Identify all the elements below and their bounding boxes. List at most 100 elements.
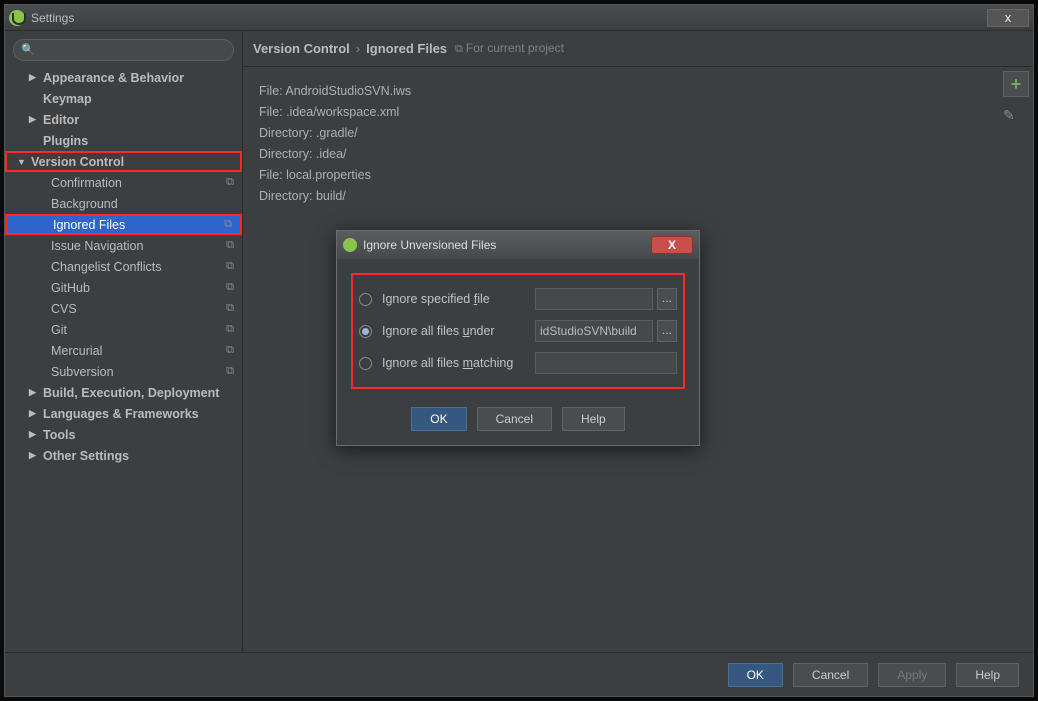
label: Keymap: [43, 92, 92, 106]
chevron-right-icon: ▶: [29, 429, 43, 440]
window-title: Settings: [31, 11, 987, 25]
tree-appearance[interactable]: ▶Appearance & Behavior: [5, 67, 242, 88]
tree-build[interactable]: ▶Build, Execution, Deployment: [5, 382, 242, 403]
label: Ignore all files under: [382, 324, 535, 338]
tree-vc-cvs[interactable]: CVS ⧉: [5, 298, 242, 319]
list-item[interactable]: Directory: .gradle/: [259, 123, 1017, 144]
breadcrumb: Version Control › Ignored Files ⧉For cur…: [243, 31, 1033, 67]
label: For current project: [466, 41, 564, 55]
list-item[interactable]: Directory: build/: [259, 186, 1017, 207]
radio-icon[interactable]: [359, 357, 372, 370]
label: Subversion: [51, 365, 114, 379]
window-close-button[interactable]: x: [987, 9, 1029, 27]
tree-tools[interactable]: ▶Tools: [5, 424, 242, 445]
browse-button[interactable]: ...: [657, 288, 677, 310]
plus-icon: +: [1011, 75, 1022, 93]
chevron-right-icon: ▶: [29, 408, 43, 419]
app-icon: [343, 238, 357, 252]
search-wrap: 🔍: [5, 31, 242, 67]
list-item[interactable]: File: local.properties: [259, 165, 1017, 186]
apply-button[interactable]: Apply: [878, 663, 946, 687]
chevron-right-icon: ▶: [29, 114, 43, 125]
help-button[interactable]: Help: [956, 663, 1019, 687]
list-item[interactable]: Directory: .idea/: [259, 144, 1017, 165]
add-button[interactable]: +: [1003, 71, 1029, 97]
tree-vc-ignored-files[interactable]: Ignored Files⧉: [5, 214, 242, 235]
tree-vc-mercurial[interactable]: Mercurial⧉: [5, 340, 242, 361]
scope-label: ⧉For current project: [455, 41, 564, 56]
label: Editor: [43, 113, 79, 127]
search-input[interactable]: [13, 39, 234, 61]
edit-button[interactable]: ✎: [1003, 107, 1029, 125]
search-icon: 🔍: [21, 43, 35, 56]
pattern-input[interactable]: [535, 352, 677, 374]
scope-icon: ⧉: [226, 323, 234, 336]
dialog-body: Ignore specified file ... Ignore all fil…: [337, 259, 699, 399]
titlebar: Settings x: [5, 5, 1033, 31]
ok-button[interactable]: OK: [728, 663, 783, 687]
option-files-under[interactable]: Ignore all files under ...: [359, 315, 677, 347]
tree-other-settings[interactable]: ▶Other Settings: [5, 445, 242, 466]
tree-vc-subversion[interactable]: Subversion ⧉: [5, 361, 242, 382]
label: Tools: [43, 428, 75, 442]
tree-editor[interactable]: ▶Editor: [5, 109, 242, 130]
tree-languages[interactable]: ▶Languages & Frameworks: [5, 403, 242, 424]
dialog-title: Ignore Unversioned Files: [363, 238, 496, 252]
tree-vc-changelist[interactable]: Changelist Conflicts ⧉: [5, 256, 242, 277]
dialog-ok-button[interactable]: OK: [411, 407, 466, 431]
scope-icon: ⧉: [226, 281, 234, 294]
label: Issue Navigation: [51, 239, 143, 253]
tree-vc-background[interactable]: Background: [5, 193, 242, 214]
tree-vc-git[interactable]: Git ⧉: [5, 319, 242, 340]
footer: OK Cancel Apply Help: [5, 652, 1033, 696]
scope-icon: ⧉: [224, 218, 232, 231]
scope-icon: ⧉: [455, 43, 463, 55]
chevron-down-icon: ▼: [17, 157, 31, 167]
label: CVS: [51, 302, 77, 316]
browse-button[interactable]: ...: [657, 320, 677, 342]
dialog-cancel-button[interactable]: Cancel: [477, 407, 552, 431]
dialog-close-button[interactable]: X: [651, 236, 693, 254]
app-icon: [9, 10, 25, 26]
settings-tree: ▶Appearance & Behavior Keymap ▶Editor Pl…: [5, 67, 242, 652]
cancel-button[interactable]: Cancel: [793, 663, 868, 687]
list-item[interactable]: File: .idea/workspace.xml: [259, 102, 1017, 123]
tree-version-control[interactable]: ▼Version Control: [5, 151, 242, 172]
label: Background: [51, 197, 118, 211]
label: GitHub: [51, 281, 90, 295]
breadcrumb-leaf: Ignored Files: [366, 41, 447, 56]
tree-plugins[interactable]: Plugins: [5, 130, 242, 151]
label: Ignore specified file: [382, 292, 535, 306]
tree-keymap[interactable]: Keymap: [5, 88, 242, 109]
radio-icon[interactable]: [359, 325, 372, 338]
tree-vc-github[interactable]: GitHub ⧉: [5, 277, 242, 298]
scope-icon: ⧉: [226, 176, 234, 189]
option-files-matching[interactable]: Ignore all files matching: [359, 347, 677, 379]
option-specified-file[interactable]: Ignore specified file ...: [359, 283, 677, 315]
side-toolbar: + ✎: [1003, 71, 1029, 125]
label: Changelist Conflicts: [51, 260, 161, 274]
chevron-right-icon: ▶: [29, 72, 43, 83]
scope-icon: ⧉: [226, 365, 234, 378]
radio-icon[interactable]: [359, 293, 372, 306]
file-path-input[interactable]: [535, 288, 653, 310]
breadcrumb-root[interactable]: Version Control: [253, 41, 350, 56]
label: Ignore all files matching: [382, 356, 535, 370]
list-item[interactable]: File: AndroidStudioSVN.iws: [259, 81, 1017, 102]
scope-icon: ⧉: [226, 239, 234, 252]
scope-icon: ⧉: [226, 260, 234, 273]
label: Other Settings: [43, 449, 129, 463]
tree-vc-issue-nav[interactable]: Issue Navigation ⧉: [5, 235, 242, 256]
label: Build, Execution, Deployment: [43, 386, 219, 400]
sidebar: 🔍 ▶Appearance & Behavior Keymap ▶Editor …: [5, 31, 243, 652]
chevron-right-icon: ▶: [29, 387, 43, 398]
radio-group: Ignore specified file ... Ignore all fil…: [351, 273, 685, 389]
label: Git: [51, 323, 67, 337]
dialog-footer: OK Cancel Help: [337, 399, 699, 445]
scope-icon: ⧉: [226, 302, 234, 315]
dialog-help-button[interactable]: Help: [562, 407, 625, 431]
label: Mercurial: [51, 344, 102, 358]
tree-vc-confirmation[interactable]: Confirmation⧉: [5, 172, 242, 193]
label: Appearance & Behavior: [43, 71, 184, 85]
directory-path-input[interactable]: [535, 320, 653, 342]
